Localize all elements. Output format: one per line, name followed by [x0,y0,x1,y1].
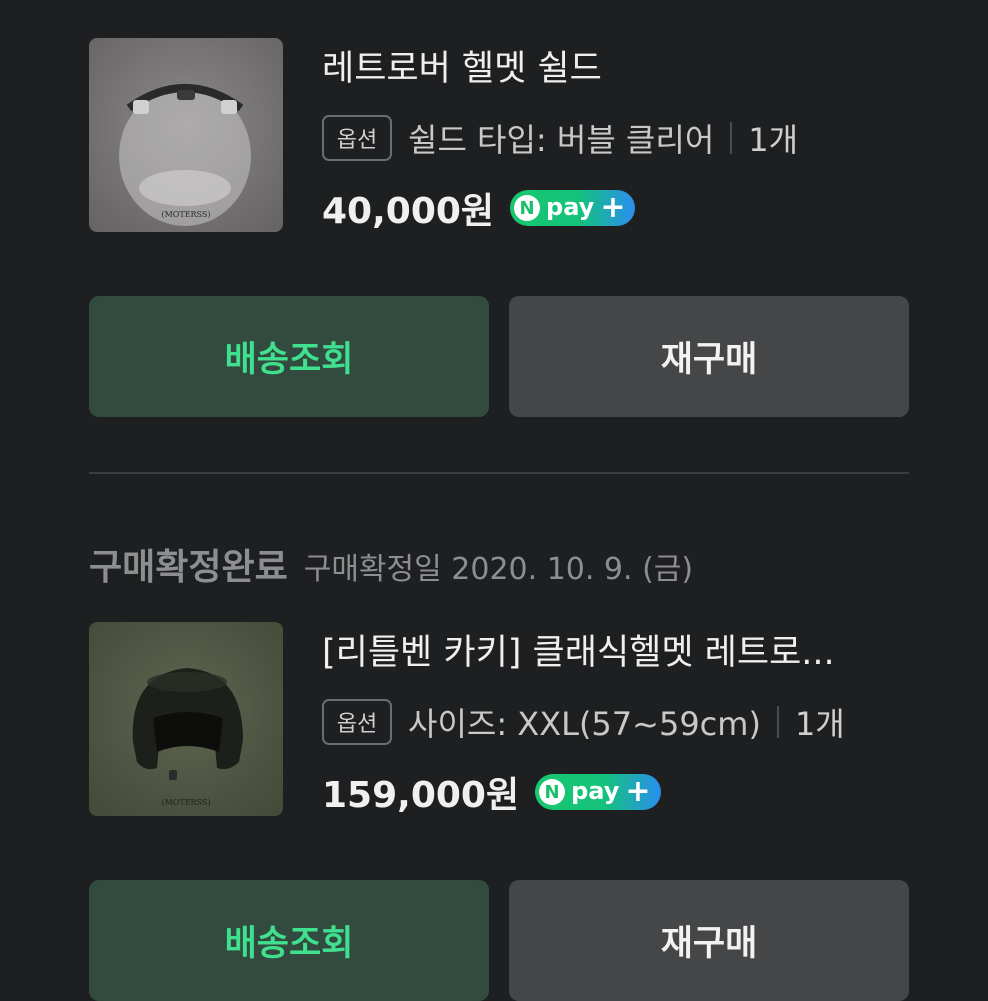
option-tag: 옵션 [322,699,392,745]
confirm-date: 구매확정일 2020. 10. 9. (금) [303,552,694,587]
product-info: [리틀벤 카키] 클래식헬멧 레트로... 옵션 사이즈: XXL(57~59c… [322,622,909,818]
order-item: (MOTERSS) 레트로버 헬멧 쉴드 옵션 쉴드 타입: 버블 클리어 1개… [89,38,909,232]
option-text: 쉴드 타입: 버블 클리어 [408,121,715,159]
helmet-shield-image [119,84,251,226]
npay-badge: N pay + [535,774,661,810]
option-separator [730,122,733,154]
plus-icon: + [625,774,651,809]
quantity-text: 1개 [748,121,799,159]
plus-icon: + [600,190,626,225]
section-divider [89,472,909,474]
npay-badge: N pay + [510,190,636,226]
rebuy-button[interactable]: 재구매 [509,296,909,417]
option-separator [776,706,779,738]
brand-logo-text: (MOTERSS) [161,798,211,807]
order-item: (MOTERSS) [리틀벤 카키] 클래식헬멧 레트로... 옵션 사이즈: … [89,622,909,816]
product-thumbnail-helmet[interactable]: (MOTERSS) [89,622,283,816]
product-title[interactable]: [리틀벤 카키] 클래식헬멧 레트로... [322,630,909,676]
order-status: 구매확정완료 [89,547,288,588]
quantity-text: 1개 [794,705,845,743]
npay-n-icon: N [514,195,541,221]
track-delivery-button[interactable]: 배송조회 [89,880,489,1001]
npay-n-icon: N [539,779,566,805]
option-row: 옵션 사이즈: XXL(57~59cm) 1개 [322,698,909,746]
product-title[interactable]: 레트로버 헬멧 쉴드 [322,46,909,92]
order-status-row: 구매확정완료 구매확정일 2020. 10. 9. (금) [89,538,693,590]
option-text: 사이즈: XXL(57~59cm) [408,705,761,743]
brand-logo-text: (MOTERSS) [161,210,211,219]
price-row: 40,000원 N pay + [322,182,909,234]
product-thumbnail-shield[interactable]: (MOTERSS) [89,38,283,232]
option-tag: 옵션 [322,115,392,161]
price-text: 40,000원 [322,191,495,232]
track-delivery-button[interactable]: 배송조회 [89,296,489,417]
option-row: 옵션 쉴드 타입: 버블 클리어 1개 [322,114,909,162]
npay-label: pay [571,777,620,805]
price-text: 159,000원 [322,775,520,816]
product-info: 레트로버 헬멧 쉴드 옵션 쉴드 타입: 버블 클리어 1개 40,000원 N… [322,38,909,234]
price-row: 159,000원 N pay + [322,766,909,818]
helmet-image [132,668,243,780]
rebuy-button[interactable]: 재구매 [509,880,909,1001]
npay-label: pay [546,193,595,221]
